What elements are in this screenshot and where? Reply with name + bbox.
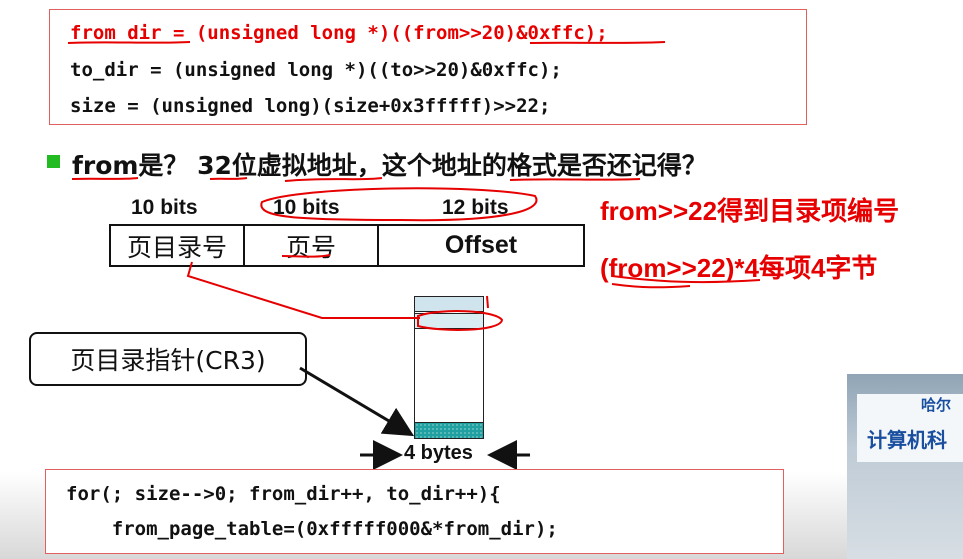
code-line-size: size = (unsigned long)(size+0x3fffff)>>2…: [70, 95, 551, 117]
question-text: from是？ 32位虚拟地址，这个地址的格式是否还记得？: [72, 151, 707, 180]
directory-cr3-entry: [415, 422, 483, 438]
code-line-for-loop: for(; size-->0; from_dir++, to_dir++){: [66, 483, 501, 505]
video-sign-line1: 哈尔: [921, 396, 952, 414]
address-format-table: 页目录号 页号 Offset: [109, 224, 585, 267]
entry-size-label: 4 bytes: [404, 442, 473, 464]
code-line-from-dir: from_dir = (unsigned long *)((from>>20)&…: [70, 22, 608, 44]
page-directory-column: [414, 296, 484, 439]
directory-header-cell: [415, 297, 483, 312]
bits-label-directory: 10 bits: [131, 196, 198, 219]
code-line-to-dir: to_dir = (unsigned long *)((to>>20)&0xff…: [70, 59, 562, 81]
note-directory-index: from>>22得到目录项编号: [600, 196, 900, 226]
bits-label-offset: 12 bits: [442, 196, 509, 219]
bullet-square-icon: [47, 155, 60, 168]
pointer-line: [186, 261, 420, 319]
red-tick-icon: [486, 295, 489, 309]
directory-selected-entry: [415, 313, 483, 329]
video-sign-line2: 计算机科: [867, 428, 947, 452]
cr3-label: 页目录指针(CR3): [70, 346, 266, 375]
code-block-bottom: for(; size-->0; from_dir++, to_dir++){ f…: [45, 469, 784, 554]
field-page-directory-number: 页目录号: [111, 226, 245, 265]
code-line-page-table: from_page_table=(0xfffff000&*from_dir);: [66, 518, 558, 540]
video-overlay: 哈尔 计算机科: [847, 374, 963, 559]
field-offset: Offset: [444, 231, 518, 259]
field-page-number: 页号: [245, 226, 379, 265]
code-block-top: from_dir = (unsigned long *)((from>>20)&…: [49, 9, 807, 125]
note-entry-size: (from>>22)*4每项4字节: [600, 253, 878, 283]
bits-label-page: 10 bits: [273, 196, 340, 219]
cr3-arrow-icon: [299, 366, 415, 437]
cr3-pointer-box: 页目录指针(CR3): [29, 332, 307, 386]
